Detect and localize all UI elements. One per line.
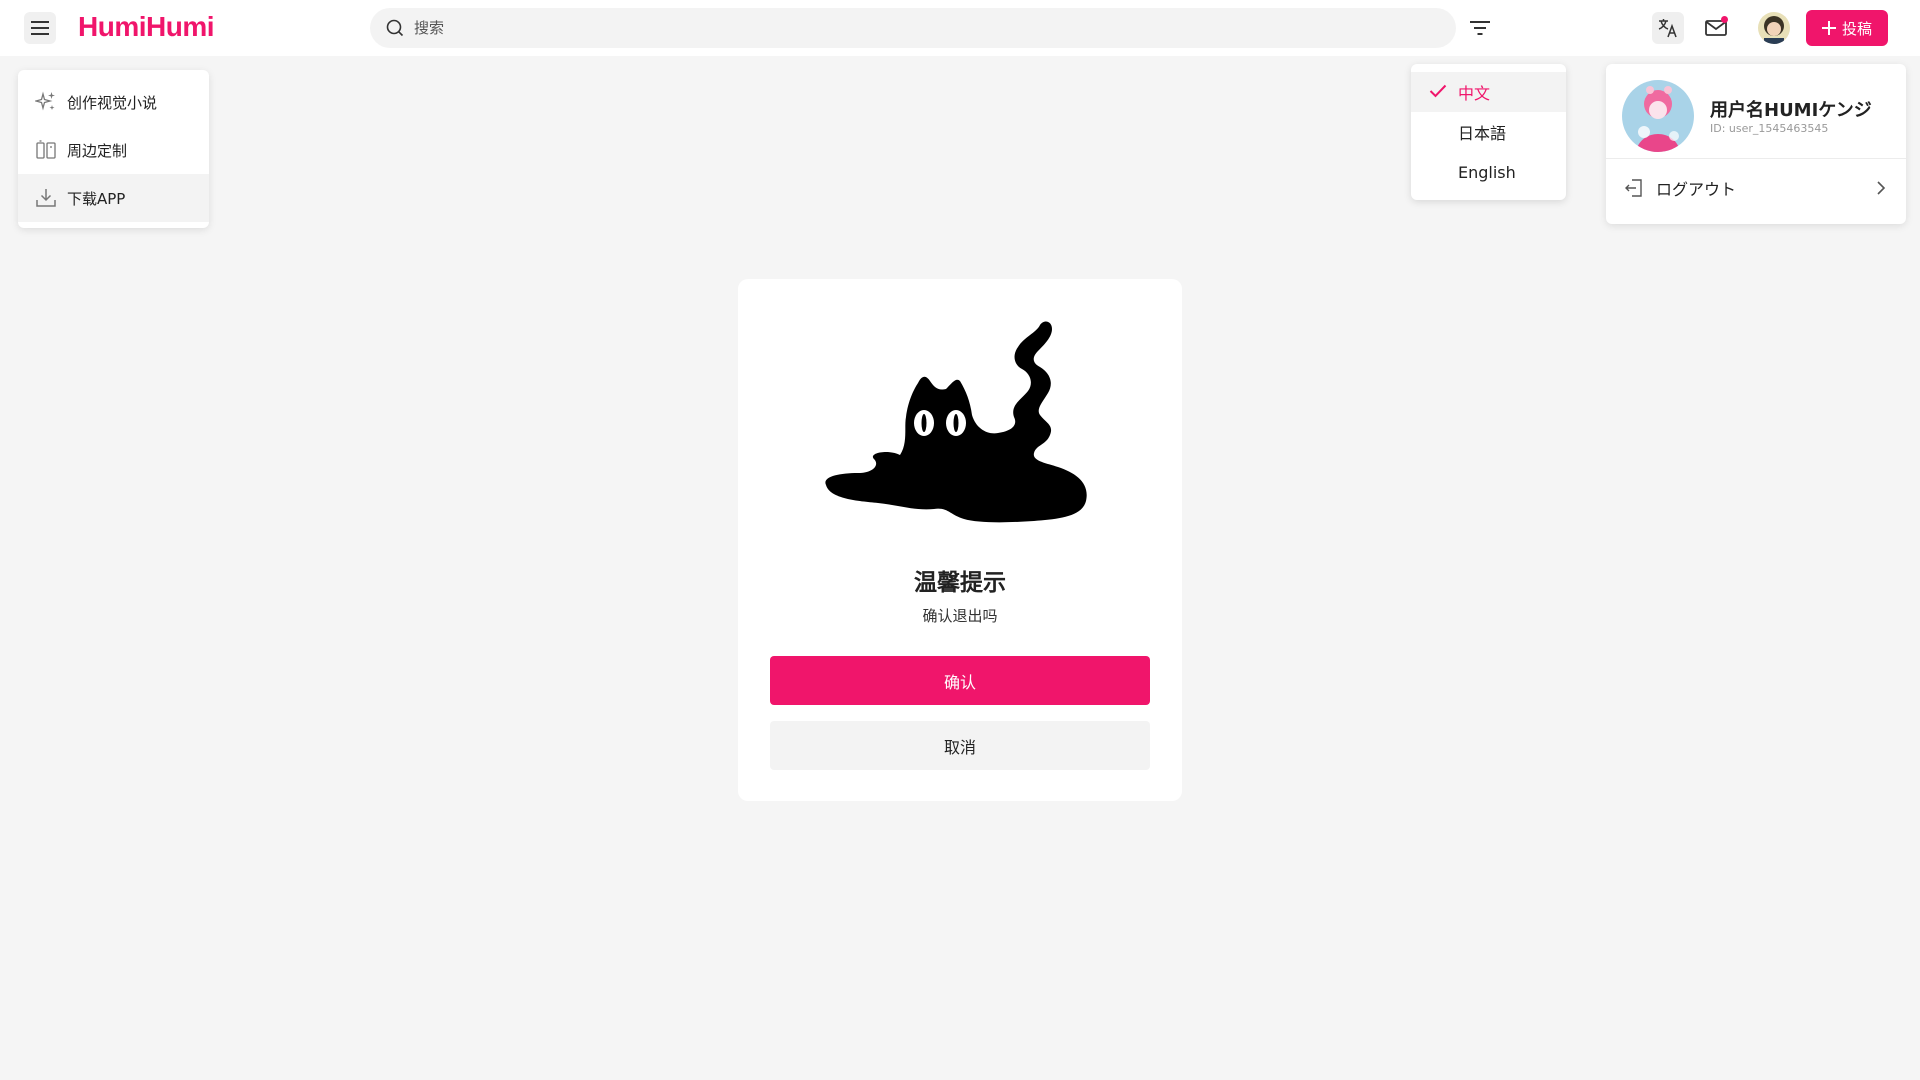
humihumi-logo[interactable]: HumiHumi xyxy=(78,9,215,45)
chevron-right-icon xyxy=(1877,181,1886,195)
hamburger-menu-button[interactable] xyxy=(24,12,56,44)
menu-item-merch-customization[interactable]: 周边定制 xyxy=(18,126,209,174)
user-profile-header[interactable]: 用户名HUMIケンジ ID: user_1545463545 xyxy=(1606,64,1906,159)
menu-item-download-app[interactable]: 下载APP xyxy=(18,174,209,222)
messages-button[interactable] xyxy=(1700,12,1732,44)
download-icon xyxy=(36,189,56,207)
filter-button[interactable] xyxy=(1468,16,1492,40)
avatar-image xyxy=(1622,80,1694,152)
user-dropdown-panel: 用户名HUMIケンジ ID: user_1545463545 ログアウト xyxy=(1606,64,1906,224)
confirm-button[interactable]: 确认 xyxy=(770,656,1150,705)
logout-confirm-dialog: 温馨提示 确认退出吗 确认 取消 xyxy=(738,279,1182,801)
language-option-chinese[interactable]: 中文 xyxy=(1411,72,1566,112)
cancel-button[interactable]: 取消 xyxy=(770,721,1150,770)
post-button[interactable]: 投稿 xyxy=(1806,10,1888,46)
user-avatar-large xyxy=(1622,80,1694,152)
user-name: 用户名HUMIケンジ xyxy=(1710,100,1872,121)
menu-item-label: 创作视觉小说 xyxy=(67,93,158,112)
language-option-english[interactable]: English xyxy=(1411,152,1566,192)
side-dropdown-menu: 创作视觉小说 周边定制 下载APP xyxy=(18,70,209,228)
merch-icon xyxy=(36,140,56,159)
menu-item-create-visual-novel[interactable]: 创作视觉小说 xyxy=(18,78,209,126)
language-option-label: 中文 xyxy=(1458,84,1491,103)
menu-item-label: 下载APP xyxy=(67,189,126,208)
user-avatar-button[interactable] xyxy=(1758,12,1790,44)
logout-icon xyxy=(1625,179,1642,197)
dialog-title: 温馨提示 xyxy=(914,570,1006,596)
search-icon xyxy=(386,19,404,37)
logout-button[interactable]: ログアウト xyxy=(1606,160,1906,216)
sparkle-icon xyxy=(35,91,55,111)
language-option-japanese[interactable]: 日本語 xyxy=(1411,112,1566,152)
avatar-image xyxy=(1758,12,1790,44)
user-id: ID: user_1545463545 xyxy=(1710,122,1829,135)
top-header: HumiHumi 搜索 投稿 xyxy=(0,0,1920,56)
logout-label: ログアウト xyxy=(1656,180,1737,199)
notification-dot xyxy=(1721,16,1728,23)
search-bar[interactable] xyxy=(370,8,1456,48)
dialog-message: 确认退出吗 xyxy=(922,607,998,625)
menu-item-label: 周边定制 xyxy=(67,141,128,160)
check-icon xyxy=(1429,84,1447,98)
filter-icon xyxy=(1470,21,1490,35)
plus-icon xyxy=(1821,21,1836,35)
translate-icon xyxy=(1658,19,1677,38)
language-dropdown: 中文 日本語 English xyxy=(1411,64,1566,200)
language-option-label: English xyxy=(1458,162,1516,182)
search-input[interactable] xyxy=(414,19,1414,37)
post-button-label: 投稿 xyxy=(1841,20,1872,38)
language-button[interactable] xyxy=(1652,12,1684,44)
language-option-label: 日本語 xyxy=(1458,124,1507,143)
melting-cat-illustration xyxy=(825,321,1087,523)
menu-icon xyxy=(31,21,49,35)
